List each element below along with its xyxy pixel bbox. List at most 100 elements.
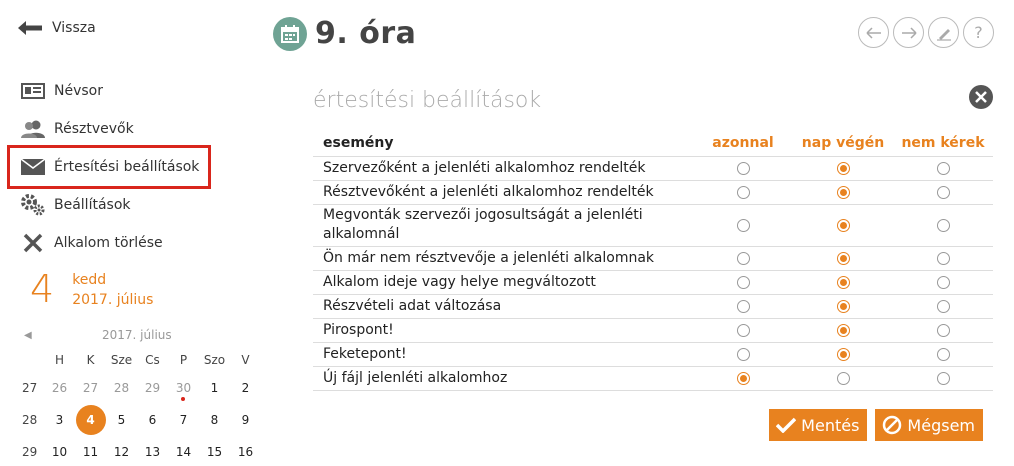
radio-none[interactable] xyxy=(936,323,950,337)
radio-now[interactable] xyxy=(736,218,750,232)
radio-none[interactable] xyxy=(936,161,950,175)
sidebar-item-beallitasok[interactable]: Beállítások xyxy=(18,186,210,224)
calendar-day-number: 4 xyxy=(75,405,106,435)
radio-now[interactable] xyxy=(736,251,750,265)
envelope-icon xyxy=(20,159,46,175)
sidebar-item-ertesitesi-beallitasok[interactable]: Értesítési beállítások xyxy=(7,145,211,189)
radio-end-of-day[interactable] xyxy=(836,218,850,232)
calendar-day[interactable]: 16 xyxy=(230,436,261,466)
save-button[interactable]: Mentés xyxy=(769,409,868,441)
edit-button[interactable] xyxy=(928,17,959,48)
users-icon xyxy=(20,120,46,138)
calendar-day-number: 30 xyxy=(175,381,192,395)
radio-cell xyxy=(693,180,793,205)
calendar-day[interactable]: 3 xyxy=(44,404,75,436)
calendar-day[interactable]: 6 xyxy=(137,404,168,436)
event-label: Új fájl jelenléti alkalomhoz xyxy=(313,366,693,391)
radio-cell xyxy=(693,270,793,295)
calendar-day[interactable]: 2 xyxy=(230,372,261,404)
radio-now[interactable] xyxy=(736,185,750,199)
calendar-week-row: 28 3 4 5 6 7 8 9 xyxy=(12,404,264,436)
sidebar-item-alkalom-torlese[interactable]: Alkalom törlése xyxy=(18,224,210,262)
calendar-day[interactable]: 11 xyxy=(75,436,106,466)
save-label: Mentés xyxy=(801,415,860,435)
radio-none[interactable] xyxy=(936,275,950,289)
calendar-day[interactable]: 7 xyxy=(168,404,199,436)
radio-cell xyxy=(793,204,893,247)
ban-icon xyxy=(883,415,902,435)
event-label: Pirospont! xyxy=(313,318,693,343)
event-label: Résztvevőként a jelenléti alkalomhoz ren… xyxy=(313,180,693,205)
radio-cell xyxy=(793,270,893,295)
calendar-day[interactable]: 26 xyxy=(44,372,75,404)
calendar-weekdays: H K Sze Cs P Szo V xyxy=(12,348,264,372)
radio-none[interactable] xyxy=(936,347,950,361)
help-button[interactable]: ? xyxy=(963,17,994,48)
sidebar-item-resztvevok[interactable]: Résztvevők xyxy=(18,110,210,148)
notification-settings-table: esemény azonnal nap végén nem kérek Szer… xyxy=(313,130,993,391)
table-row: Megvonták szervezői jogosultságát a jele… xyxy=(313,204,993,247)
calendar-weekday: Cs xyxy=(145,353,160,367)
radio-now[interactable] xyxy=(736,371,750,385)
calendar-day[interactable]: 8 xyxy=(199,404,230,436)
calendar-day[interactable]: 1 xyxy=(199,372,230,404)
radio-now[interactable] xyxy=(736,161,750,175)
radio-end-of-day[interactable] xyxy=(836,251,850,265)
radio-now[interactable] xyxy=(736,275,750,289)
radio-end-of-day[interactable] xyxy=(836,161,850,175)
radio-none[interactable] xyxy=(936,218,950,232)
calendar-day[interactable]: 10 xyxy=(44,436,75,466)
sidebar-item-label: Névsor xyxy=(54,83,103,99)
radio-none[interactable] xyxy=(936,185,950,199)
event-label: Megvonták szervezői jogosultságát a jele… xyxy=(313,204,693,247)
radio-cell xyxy=(693,318,793,343)
cancel-button[interactable]: Mégsem xyxy=(875,409,983,441)
radio-none[interactable] xyxy=(936,251,950,265)
calendar-day[interactable]: 9 xyxy=(230,404,261,436)
cancel-label: Mégsem xyxy=(907,415,975,435)
table-row: Részvételi adat változása xyxy=(313,294,993,319)
calendar-prev-icon[interactable]: ◀ xyxy=(24,330,32,341)
radio-cell xyxy=(893,246,993,271)
radio-end-of-day[interactable] xyxy=(836,299,850,313)
radio-end-of-day[interactable] xyxy=(836,371,850,385)
radio-cell xyxy=(693,366,793,391)
radio-end-of-day[interactable] xyxy=(836,347,850,361)
header-actions: ? xyxy=(858,17,994,48)
selected-date: 4 kedd 2017. július xyxy=(30,268,153,310)
back-link[interactable]: Vissza xyxy=(18,20,96,36)
calendar-day[interactable]: 12 xyxy=(106,436,137,466)
calendar-day-with-event[interactable]: 30 xyxy=(168,372,199,404)
sidebar-item-nevsor[interactable]: Névsor xyxy=(18,72,210,110)
question-mark-icon: ? xyxy=(974,23,983,42)
calendar-day[interactable]: 15 xyxy=(199,436,230,466)
calendar-day[interactable]: 29 xyxy=(137,372,168,404)
calendar-day[interactable]: 27 xyxy=(75,372,106,404)
close-button[interactable] xyxy=(969,85,993,109)
calendar-day[interactable]: 28 xyxy=(106,372,137,404)
calendar-day[interactable]: 13 xyxy=(137,436,168,466)
radio-now[interactable] xyxy=(736,299,750,313)
calendar-day-selected[interactable]: 4 xyxy=(75,404,106,436)
calendar-day[interactable]: 14 xyxy=(168,436,199,466)
table-header-row: esemény azonnal nap végén nem kérek xyxy=(313,130,993,157)
next-button[interactable] xyxy=(893,17,924,48)
radio-cell xyxy=(693,342,793,367)
radio-cell xyxy=(893,294,993,319)
calendar-day[interactable]: 5 xyxy=(106,404,137,436)
radio-none[interactable] xyxy=(936,299,950,313)
radio-cell xyxy=(893,366,993,391)
calendar-weekday: Szo xyxy=(203,353,226,367)
week-number: 29 xyxy=(22,445,38,459)
radio-cell xyxy=(793,180,893,205)
radio-none[interactable] xyxy=(936,371,950,385)
radio-end-of-day[interactable] xyxy=(836,185,850,199)
radio-now[interactable] xyxy=(736,347,750,361)
radio-end-of-day[interactable] xyxy=(836,275,850,289)
radio-now[interactable] xyxy=(736,323,750,337)
page-title: 9. óra xyxy=(315,16,417,51)
column-header-event: esemény xyxy=(313,130,693,157)
radio-end-of-day[interactable] xyxy=(836,323,850,337)
previous-button[interactable] xyxy=(858,17,889,48)
calendar-week-row: 29 10 11 12 13 14 15 16 xyxy=(12,436,264,466)
